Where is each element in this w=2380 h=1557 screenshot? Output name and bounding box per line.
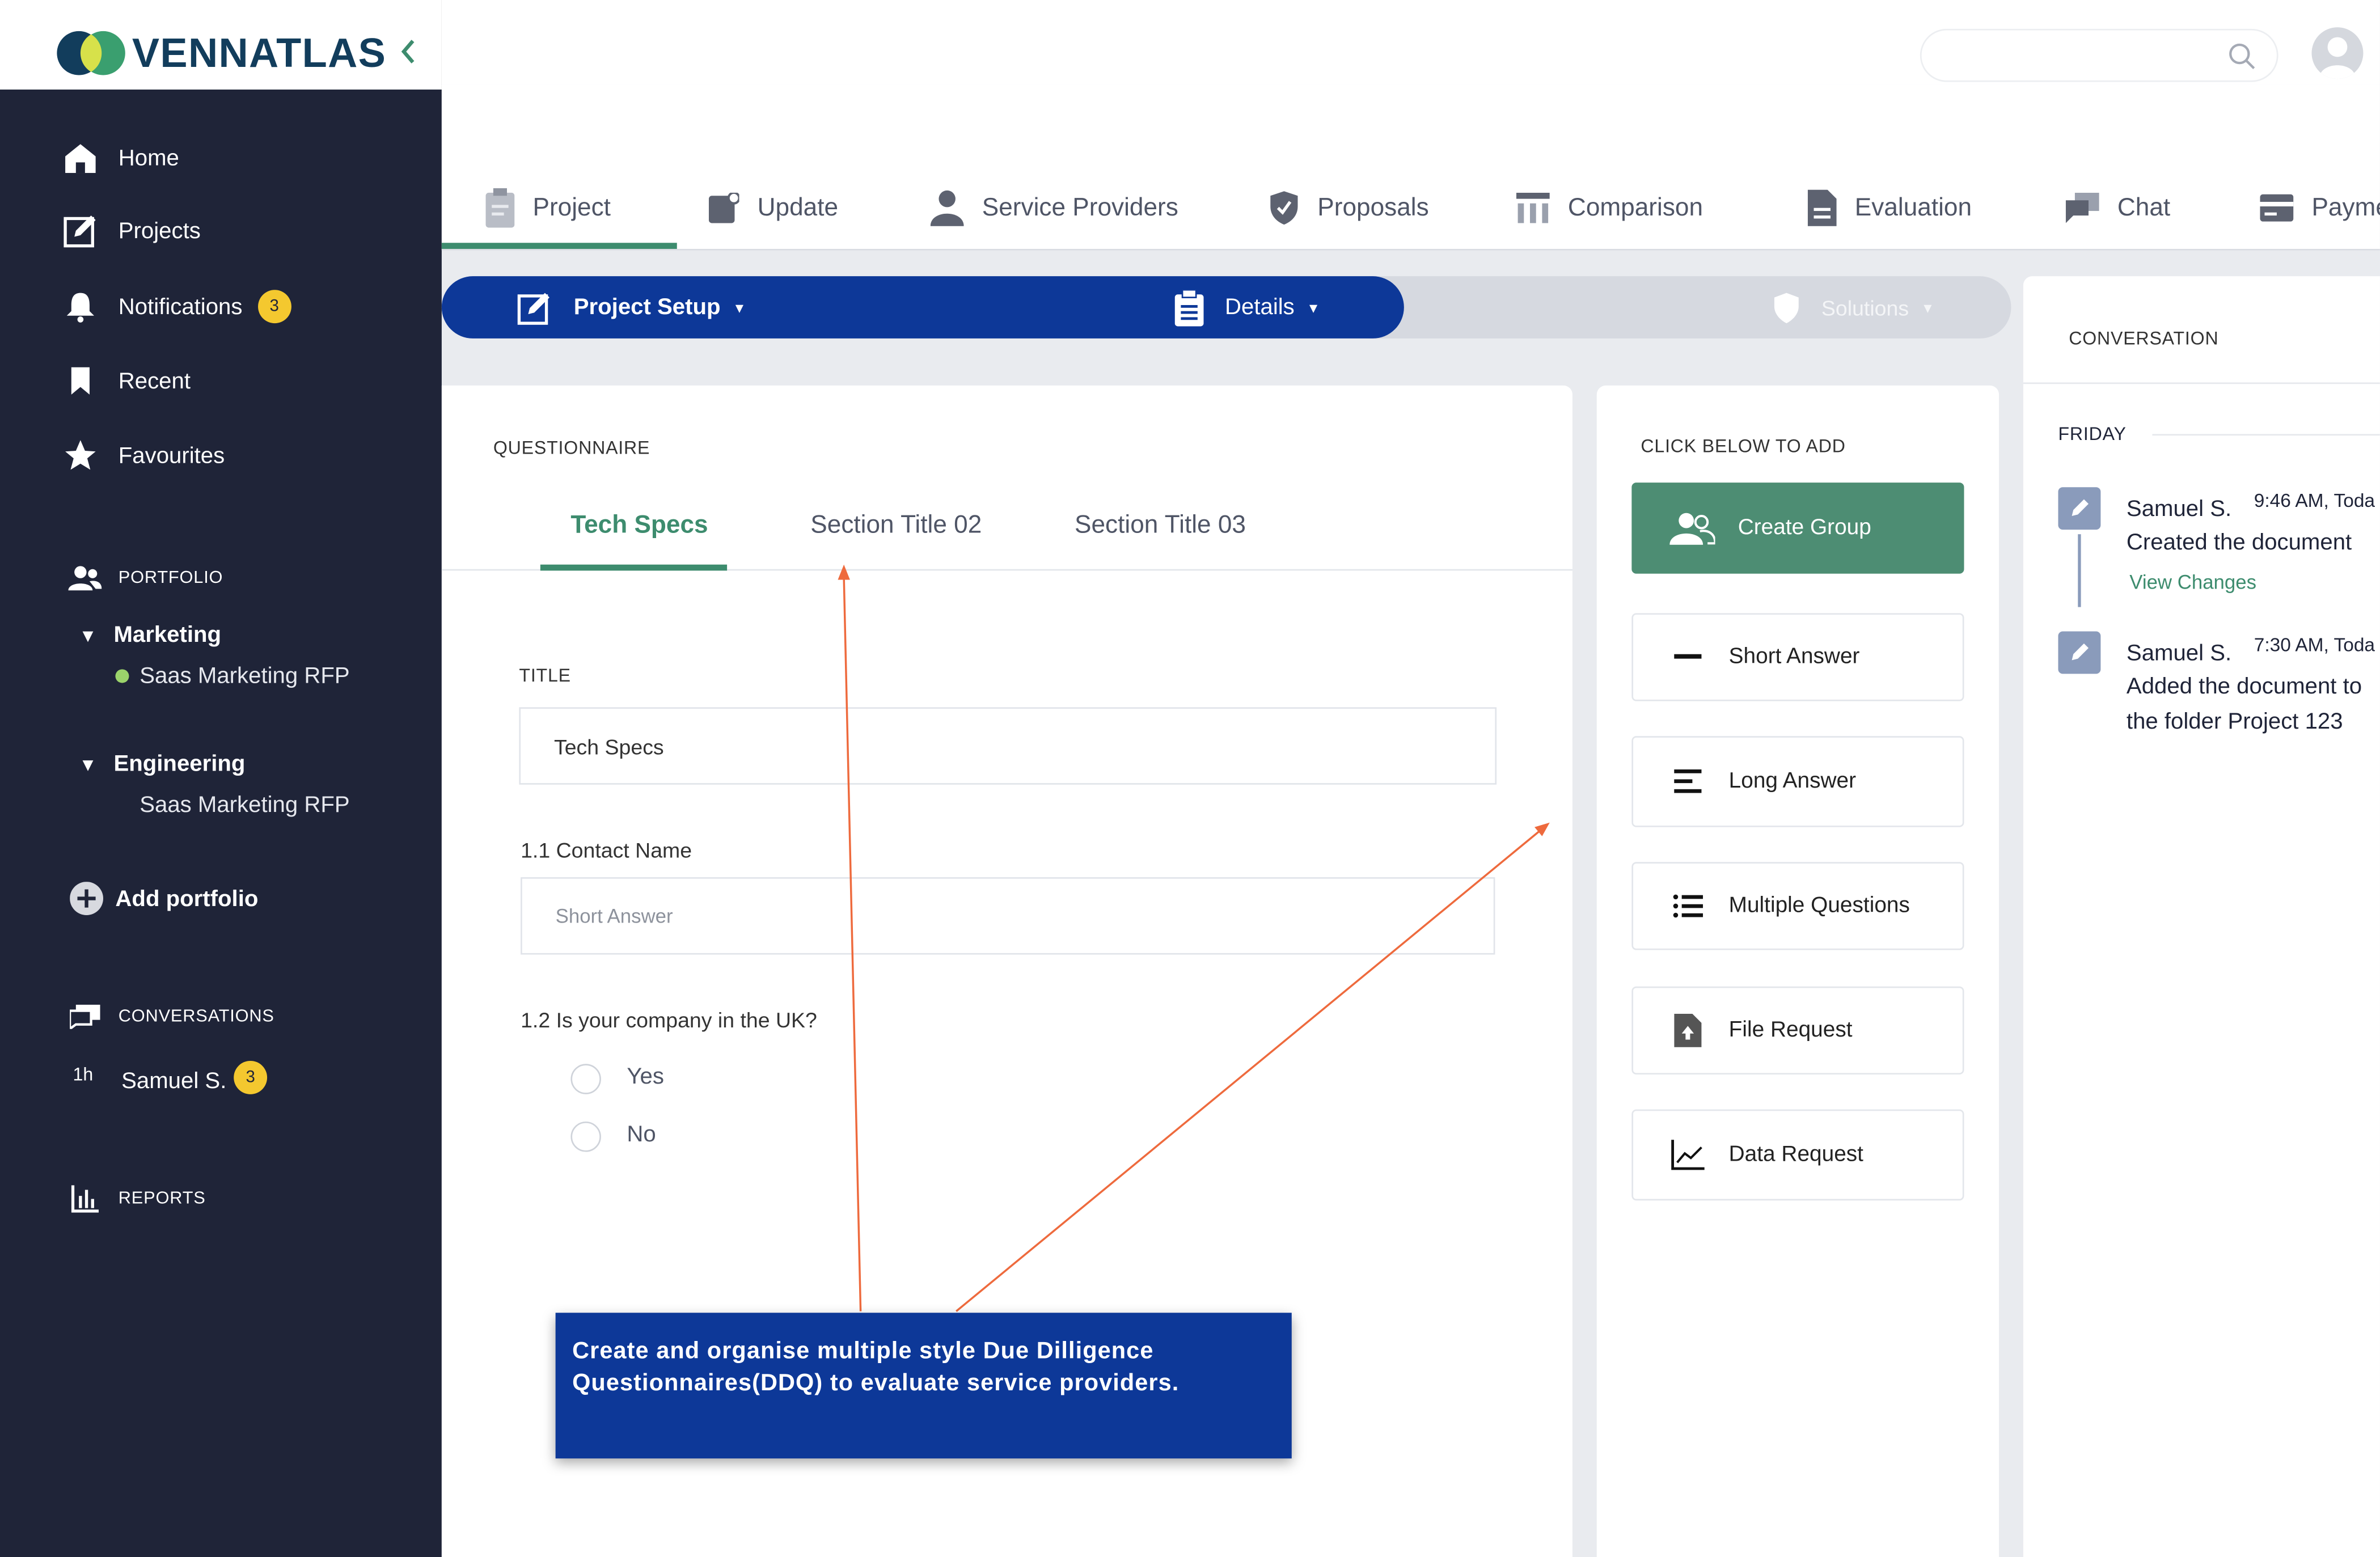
callout-text: Create and organise multiple style Due D…: [572, 1338, 1180, 1397]
app-root: VENNATLAS Home Projects Notifications 3 …: [0, 0, 2380, 1557]
annotation-callout: Create and organise multiple style Due D…: [555, 1313, 1292, 1459]
